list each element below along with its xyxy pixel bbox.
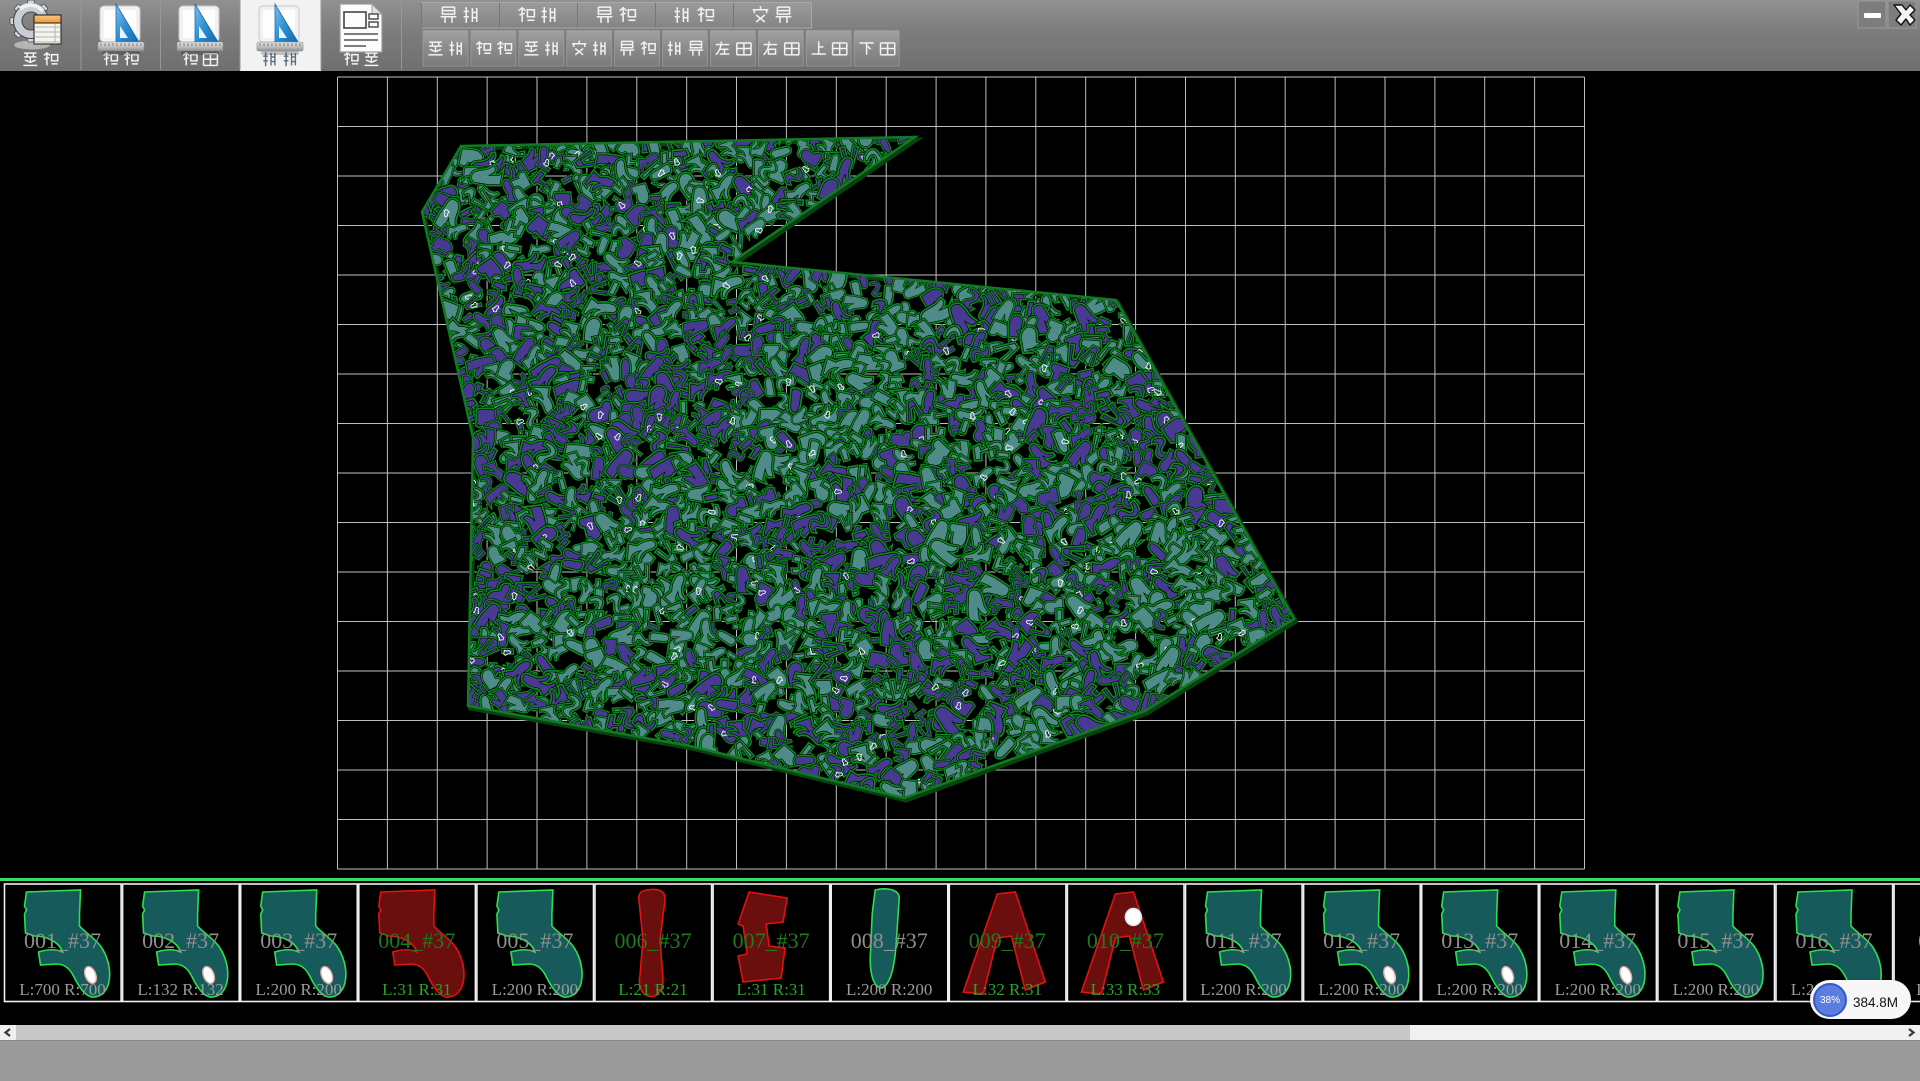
- svg-text:014_#37: 014_#37: [1559, 928, 1636, 953]
- svg-text:015_#37: 015_#37: [1677, 928, 1754, 953]
- svg-text:L:700 R:700: L:700 R:700: [19, 980, 105, 999]
- svg-text:L:200 R:200: L:200 R:200: [1436, 980, 1522, 999]
- svg-text:L:200 R:200: L:200 R:200: [1555, 980, 1641, 999]
- svg-text:001_#37: 001_#37: [24, 928, 101, 953]
- svg-text:L:132 R:132: L:132 R:132: [137, 980, 223, 999]
- svg-text:L:200 R:200: L:200 R:200: [1200, 980, 1286, 999]
- svg-text:L:32 R:31: L:32 R:31: [973, 980, 1042, 999]
- svg-text:009_#37: 009_#37: [969, 928, 1046, 953]
- svg-text:013_#37: 013_#37: [1441, 928, 1518, 953]
- svg-text:L:21 R:21: L:21 R:21: [618, 980, 687, 999]
- svg-text:L:200 R:200: L:200 R:200: [1318, 980, 1404, 999]
- svg-text:002_#37: 002_#37: [142, 928, 219, 953]
- svg-text:L:200 R:200: L:200 R:200: [492, 980, 578, 999]
- svg-text:L:200 R:200: L:200 R:200: [255, 980, 341, 999]
- svg-text:016_#37: 016_#37: [1796, 928, 1873, 953]
- svg-text:L:: L:: [1916, 980, 1920, 999]
- svg-text:012_#37: 012_#37: [1323, 928, 1400, 953]
- svg-text:008_#37: 008_#37: [851, 928, 928, 953]
- svg-text:L:33 R:33: L:33 R:33: [1091, 980, 1160, 999]
- svg-text:003_#37: 003_#37: [260, 928, 337, 953]
- svg-text:L:31 R:31: L:31 R:31: [382, 980, 451, 999]
- svg-text:L:31 R:31: L:31 R:31: [736, 980, 805, 999]
- svg-text:005_#37: 005_#37: [496, 928, 573, 953]
- svg-text:L:200 R:200: L:200 R:200: [846, 980, 932, 999]
- svg-text:004_#37: 004_#37: [378, 928, 455, 953]
- svg-text:006_#37: 006_#37: [615, 928, 692, 953]
- svg-text:007_#37: 007_#37: [733, 928, 810, 953]
- svg-text:010_#37: 010_#37: [1087, 928, 1164, 953]
- svg-text:011_#37: 011_#37: [1205, 928, 1281, 953]
- svg-text:L:200 R:200: L:200 R:200: [1673, 980, 1759, 999]
